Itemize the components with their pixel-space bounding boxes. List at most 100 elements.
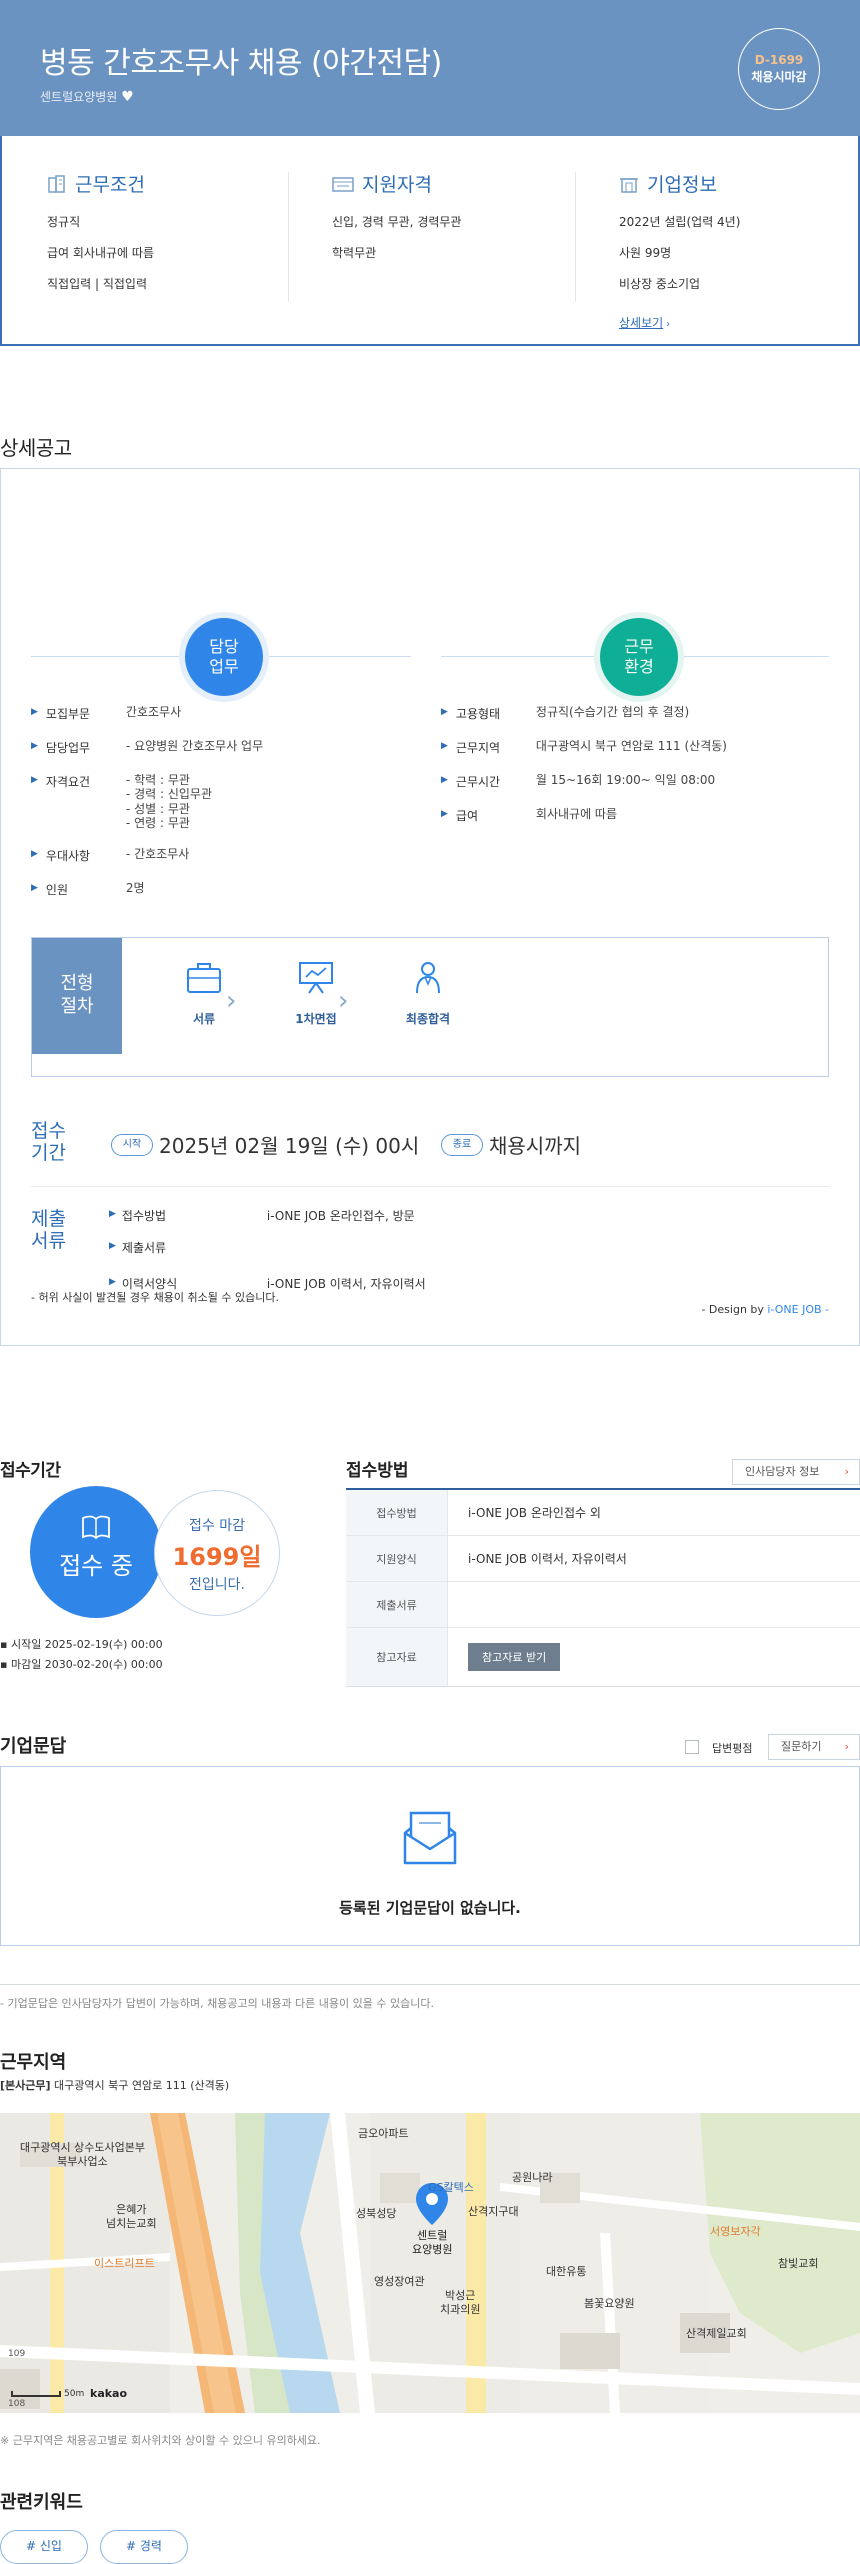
company-detail-link[interactable]: 상세보기	[619, 316, 663, 330]
heart-icon[interactable]: ♥	[121, 89, 134, 105]
qualifications-title: 지원자격	[362, 174, 432, 196]
detail-row: ▶ 자격요건 - 학력 : 무관 - 경력 : 신입무관 - 성별 : 무관 - 연…	[31, 773, 212, 831]
map-label: 산격지구대	[468, 2205, 519, 2218]
document-row: ▶ 접수방법 i-ONE JOB 온라인접수, 방문	[109, 1207, 415, 1224]
location-map[interactable]: 대구광역시 상수도사업본부 북부사업소 금오아파트 GS칼텍스 공원나라 성북성…	[0, 2113, 860, 2413]
detail-row: ▶ 급여 회사내규에 따름	[441, 807, 617, 824]
company-info-title: 기업정보	[647, 174, 717, 196]
triangle-bullet-icon: ▶	[441, 741, 448, 751]
apply-start-line: ▪ 시작일 2025-02-19(수) 00:00	[0, 1638, 163, 1651]
triangle-bullet-icon: ▶	[441, 707, 448, 717]
warning-note: - 허위 사실이 발견될 경우 채용이 취소될 수 있습니다.	[31, 1291, 279, 1304]
keywords-title: 관련키워드	[0, 2492, 83, 2513]
job-summary: 근무조건 정규직 급여 회사내규에 따름 직접입력 | 직접입력 지원자격 신입…	[0, 136, 860, 346]
person-icon	[416, 962, 440, 994]
hr-contact-label: 인사담당자 정보	[745, 1465, 820, 1478]
dday-label: 채용시마감	[751, 70, 807, 84]
detail-panel: 담당 업무 근무 환경 ▶ 모집부문 간호조무사 ▶ 담당업무 - 요양병원 간호조무사…	[0, 468, 860, 1346]
company-detail-link-row: 상세보기 ›	[619, 312, 859, 331]
row-value: 월 15~16회 19:00~ 익일 08:00	[535, 773, 716, 787]
location-address: [본사근무] 대구광역시 북구 연암로 111 (산격동)	[0, 2077, 229, 2093]
detail-row: ▶ 우대사항 - 간호조무사	[31, 847, 189, 864]
triangle-bullet-icon: ▶	[31, 775, 38, 785]
row-value: i-ONE JOB 온라인접수, 방문	[266, 1209, 415, 1223]
presentation-icon	[299, 962, 333, 994]
chevron-right-icon: ›	[844, 1740, 849, 1753]
triangle-bullet-icon: ▶	[31, 883, 38, 893]
deadline-label: 접수 마감	[189, 1518, 245, 1534]
conditions-column: 근무조건 정규직 급여 회사내규에 따름 직접입력 | 직접입력	[47, 170, 287, 306]
ask-question-button[interactable]: 질문하기 ›	[768, 1734, 860, 1760]
map-label: 대구광역시 상수도사업본부 북부사업소	[20, 2141, 145, 2169]
detail-row: ▶ 고용형태 정규직(수습기간 협의 후 결정)	[441, 705, 689, 722]
apply-end: 마감일 2030-02-20(수) 00:00	[10, 1658, 163, 1671]
apply-status: 접수 중	[59, 1552, 133, 1580]
map-label: 은혜가 넘치는교회	[106, 2203, 157, 2231]
row-value: i-ONE JOB 이력서, 자유이력서	[266, 1277, 426, 1291]
dday-count: D-1699	[754, 53, 804, 67]
row-key: 급여	[455, 809, 479, 823]
keyword-tag[interactable]: # 신입	[0, 2530, 88, 2564]
process-step: 최종합격	[378, 960, 478, 1027]
table-key: 참고자료	[346, 1628, 448, 1686]
table-key: 접수방법	[346, 1490, 448, 1535]
map-note: ※ 근무지역은 채용공고별로 회사위치와 상이할 수 있으니 유의하세요.	[0, 2434, 321, 2447]
map-label: 공원나라	[512, 2171, 553, 2184]
qna-panel: 등록된 기업문답이 없습니다.	[0, 1766, 860, 1946]
address-text: 대구광역시 북구 연암로 111 (산격동)	[54, 2079, 230, 2092]
map-label: 대한유통	[546, 2265, 587, 2278]
duty-bubble: 담당 업무	[185, 618, 263, 696]
row-key: 제출서류	[121, 1241, 167, 1255]
qna-title: 기업문답	[0, 1736, 67, 1757]
period-label: 접수 기간	[31, 1120, 66, 1164]
table-row: 접수방법 i-ONE JOB 온라인접수 외	[346, 1490, 860, 1536]
triangle-bullet-icon: ▶	[31, 707, 38, 717]
address-tag: [본사근무]	[0, 2079, 51, 2092]
company-info-column: 기업정보 2022년 설립(업력 4년) 사원 99명 비상장 중소기업 상세보…	[619, 170, 859, 331]
apply-status-circle: 접수 중	[30, 1486, 162, 1618]
triangle-bullet-icon: ▶	[441, 809, 448, 819]
qna-empty-message: 등록된 기업문답이 없습니다.	[339, 1899, 521, 1917]
keyword-tag[interactable]: # 경력	[100, 2530, 188, 2564]
qna-note: - 기업문답은 인사담당자가 답변이 가능하며, 채용공고의 내용과 다른 내용…	[0, 1997, 434, 2010]
process-step: 서류	[154, 960, 254, 1027]
step-label: 1차면접	[295, 1012, 337, 1026]
download-reference-button[interactable]: 참고자료 받기	[468, 1643, 561, 1671]
location-title: 근무지역	[0, 2052, 67, 2073]
step-label: 최종합격	[405, 1012, 451, 1026]
divider	[31, 1186, 829, 1187]
end-pill: 종료	[441, 1134, 483, 1156]
conditions-heading: 근무조건	[47, 170, 287, 197]
map-label: 108	[8, 2399, 26, 2409]
briefcase-icon	[187, 963, 221, 993]
triangle-bullet-icon: ▶	[109, 1241, 116, 1251]
map-label: 참빛교회	[778, 2257, 819, 2270]
map-label: 산격제일교회	[686, 2327, 747, 2340]
row-value: 간호조무사	[125, 705, 182, 719]
map-label: 박성근 치과의원	[440, 2289, 481, 2317]
dday-badge: D-1699 채용시마감	[738, 28, 820, 110]
company-name[interactable]: 센트럴요양병원	[40, 90, 117, 104]
triangle-bullet-icon: ▶	[441, 775, 448, 785]
days-left: 1699일	[172, 1543, 262, 1571]
company-info-heading: 기업정보	[619, 170, 859, 197]
row-key: 접수방법	[121, 1209, 167, 1223]
hr-contact-button[interactable]: 인사담당자 정보 ›	[732, 1459, 860, 1485]
chevron-right-icon: ›	[226, 986, 237, 1016]
ask-question-label: 질문하기	[781, 1740, 822, 1753]
design-brand: i-ONE JOB -	[767, 1303, 829, 1316]
document-row: ▶ 제출서류	[109, 1239, 267, 1256]
rating-checkbox[interactable]	[685, 1740, 699, 1754]
table-row: 지원양식 i-ONE JOB 이력서, 자유이력서	[346, 1536, 860, 1582]
qualifications-heading: 지원자격	[332, 170, 572, 197]
detail-row: ▶ 근무시간 월 15~16회 19:00~ 익일 08:00	[441, 773, 715, 790]
map-brand: kakao	[90, 2387, 128, 2400]
job-posting-page: 병동 간호조무사 채용 (야간전담) 센트럴요양병원 ♥ D-1699 채용시마감…	[0, 0, 860, 2564]
days-suffix: 전입니다.	[189, 1577, 245, 1593]
row-value: - 간호조무사	[125, 847, 190, 861]
map-label: 영성장여관	[374, 2275, 425, 2288]
qualification-line: 신입, 경력 무관, 경력무관	[332, 215, 462, 229]
job-title: 병동 간호조무사 채용 (야간전담)	[40, 46, 442, 81]
table-value: i-ONE JOB 온라인접수 외	[468, 1506, 601, 1520]
row-key: 근무시간	[455, 775, 501, 789]
